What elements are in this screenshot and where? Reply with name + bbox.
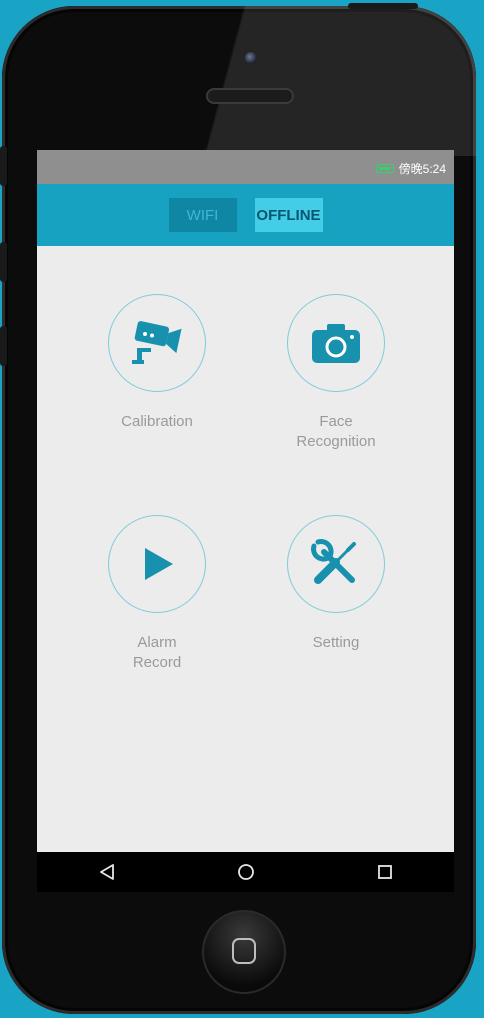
back-button[interactable] xyxy=(72,852,142,892)
phone-frame: 傍晚5:24 WIFI OFFLINE Calibration Face Rec… xyxy=(0,3,476,1014)
status-right: 傍晚5:24 xyxy=(375,160,446,177)
setting-icon-circle[interactable] xyxy=(287,515,385,613)
wrench-screwdriver-icon xyxy=(311,539,356,584)
back-icon xyxy=(99,864,114,880)
menu-item-setting[interactable]: Setting xyxy=(266,515,406,653)
app-header: WIFI OFFLINE xyxy=(37,184,454,246)
tab-wifi[interactable]: WIFI xyxy=(168,198,237,232)
battery-icon xyxy=(375,164,394,173)
power-button xyxy=(348,3,418,9)
volume-down-button xyxy=(0,326,7,366)
android-nav-bar xyxy=(37,852,454,892)
calibration-icon-circle[interactable] xyxy=(108,294,206,392)
status-bar: 傍晚5:24 xyxy=(37,150,454,184)
front-camera xyxy=(245,52,257,64)
calibration-label: Calibration xyxy=(121,413,193,430)
home-icon xyxy=(237,864,254,880)
phone-screen: 傍晚5:24 WIFI OFFLINE Calibration Face Rec… xyxy=(37,150,454,892)
menu-item-alarm-record[interactable]: Alarm Record xyxy=(87,515,227,673)
tab-offline[interactable]: OFFLINE xyxy=(254,198,323,232)
face-recognition-icon-circle[interactable] xyxy=(287,294,385,392)
security-camera-icon xyxy=(132,321,182,364)
mute-switch xyxy=(0,146,7,186)
home-button[interactable] xyxy=(211,852,281,892)
recents-button[interactable] xyxy=(350,852,420,892)
play-icon xyxy=(145,548,173,580)
home-square-icon xyxy=(232,938,256,964)
setting-label: Setting xyxy=(312,634,360,651)
physical-home-button[interactable] xyxy=(202,910,286,994)
status-time: 傍晚5:24 xyxy=(398,162,446,176)
camera-icon xyxy=(312,324,360,363)
volume-up-button xyxy=(0,242,7,282)
menu-grid: Calibration Face Recognition Alarm Recor… xyxy=(37,246,454,806)
alarm-record-label: Alarm Record xyxy=(132,634,182,671)
earpiece-speaker xyxy=(206,88,294,104)
alarm-record-icon-circle[interactable] xyxy=(108,515,206,613)
face-recognition-label: Face Recognition xyxy=(296,413,376,450)
menu-item-face-recognition[interactable]: Face Recognition xyxy=(266,294,406,452)
menu-item-calibration[interactable]: Calibration xyxy=(87,294,227,432)
recents-icon xyxy=(377,865,392,879)
